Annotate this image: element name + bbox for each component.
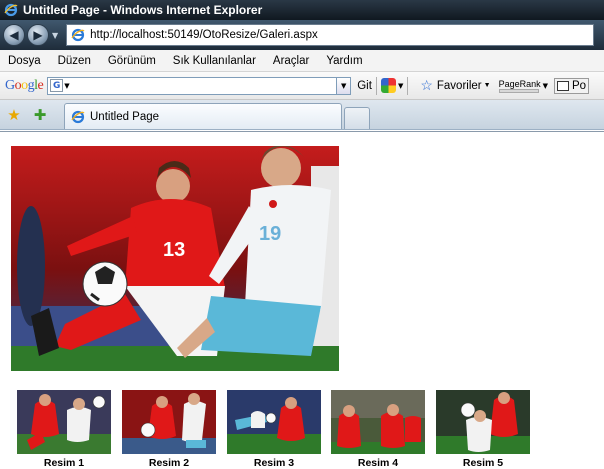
thumbnail-4[interactable] <box>331 390 425 454</box>
new-tab-button[interactable] <box>344 107 370 129</box>
add-favorite-button[interactable]: ✚ <box>30 102 50 128</box>
thumbnail-3[interactable] <box>227 390 321 454</box>
thumbnail-5-image <box>436 390 530 454</box>
menu-yardim[interactable]: Yardım <box>324 53 364 69</box>
bookmarks-icon[interactable] <box>380 78 396 93</box>
thumbnail-2-label: Resim 2 <box>148 457 190 469</box>
back-button[interactable]: ◀ <box>3 24 25 46</box>
thumbnail-4-image <box>331 390 425 454</box>
thumbnail-5[interactable] <box>436 390 530 454</box>
ie-logo-icon <box>4 3 18 17</box>
pagerank-bar <box>498 88 539 93</box>
thumbnail-5-label: Resim 5 <box>462 457 504 469</box>
google-logo[interactable]: Google <box>5 78 44 94</box>
tab-title: Untitled Page <box>90 110 160 123</box>
thumbnail-4-label: Resim 4 <box>357 457 399 469</box>
favorites-dropdown-icon: ▼ <box>483 82 491 89</box>
tab-bar: ★ ✚ Untitled Page <box>0 100 604 130</box>
pagerank-widget[interactable]: PageRank <box>498 78 541 93</box>
tab-untitled-page[interactable]: Untitled Page <box>64 103 342 129</box>
git-button[interactable]: Git <box>357 80 372 92</box>
address-url: http://localhost:50149/OtoResize/Galeri.… <box>90 29 318 41</box>
menu-duzen[interactable]: Düzen <box>56 53 93 69</box>
thumbnail-2[interactable] <box>122 390 216 454</box>
thumbnail-2-image <box>122 390 216 454</box>
page-content: 13 19 Resim 1 Resim 2 Resim 3 Resim 4 Re… <box>0 131 604 469</box>
pagerank-dropdown-icon[interactable]: ▼ <box>543 82 548 90</box>
menu-sik-kullanilanlar[interactable]: Sık Kullanılanlar <box>171 53 258 69</box>
main-photo-image: 13 19 <box>11 146 339 371</box>
thumbnail-1-label: Resim 1 <box>43 457 85 469</box>
popup-label: Po <box>571 79 587 92</box>
address-toolbar: ◀ ▶ ▼ http://localhost:50149/OtoResize/G… <box>0 20 604 50</box>
google-g-icon[interactable]: G <box>50 79 64 92</box>
menu-dosya[interactable]: Dosya <box>6 53 43 69</box>
menu-gorunum[interactable]: Görünüm <box>106 53 158 69</box>
favorites-center-button[interactable]: ★ <box>4 102 24 128</box>
favorites-button[interactable]: ☆ Favoriler ▼ <box>420 77 490 94</box>
menu-araclar[interactable]: Araçlar <box>271 53 311 69</box>
back-arrow-icon: ◀ <box>9 28 19 42</box>
popup-blocker-button[interactable]: Po <box>553 77 590 94</box>
google-search-input[interactable]: G ▼ <box>47 76 338 95</box>
ie-tab-icon <box>71 110 85 123</box>
ie-page-icon <box>71 28 85 42</box>
search-history-dropdown[interactable]: ▼ <box>337 76 352 95</box>
toolbar-separator <box>375 76 377 95</box>
main-photo[interactable]: 13 19 <box>11 146 339 371</box>
star-outline-icon: ☆ <box>420 77 433 93</box>
git-label: Git <box>357 79 372 92</box>
thumbnail-1-image <box>17 390 111 454</box>
thumbnail-1[interactable] <box>17 390 111 454</box>
menu-bar: Dosya Düzen Görünüm Sık Kullanılanlar Ar… <box>0 50 604 72</box>
bookmarks-dropdown-icon[interactable]: ▼ <box>398 82 403 90</box>
address-input[interactable]: http://localhost:50149/OtoResize/Galeri.… <box>66 24 595 46</box>
google-toolbar: Google G ▼ ▼ Git ▼ ☆ Favoriler ▼ PageRan… <box>0 72 604 100</box>
thumbnail-3-label: Resim 3 <box>253 457 295 469</box>
favorites-label: Favoriler <box>436 79 482 92</box>
pagerank-label: PageRank <box>498 78 541 89</box>
thumbnail-3-image <box>227 390 321 454</box>
popup-window-icon <box>556 80 569 91</box>
forward-arrow-icon: ▶ <box>33 28 43 42</box>
svg-text:19: 19 <box>259 223 281 245</box>
add-favorite-icon: ✚ <box>33 105 47 124</box>
caret-down-icon: ▼ <box>64 81 70 90</box>
window-title-bar: Untitled Page - Windows Internet Explore… <box>0 0 604 20</box>
chevron-down-icon: ▼ <box>341 81 347 90</box>
history-dropdown-icon[interactable]: ▼ <box>52 31 58 40</box>
svg-text:13: 13 <box>163 239 185 261</box>
favorites-star-icon: ★ <box>7 105 21 124</box>
forward-button[interactable]: ▶ <box>27 24 49 46</box>
window-title: Untitled Page - Windows Internet Explore… <box>23 3 263 17</box>
toolbar-separator <box>407 76 409 95</box>
